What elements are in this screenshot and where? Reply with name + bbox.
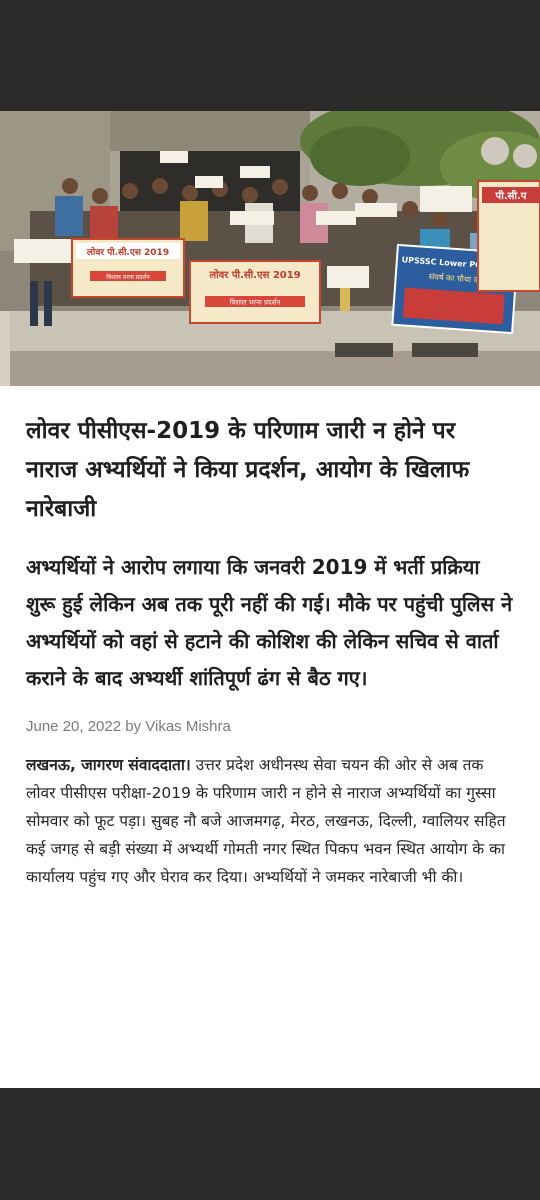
banner-left-title: लोवर पी.सी.एस 2019 — [86, 246, 169, 258]
article-byline[interactable]: June 20, 2022 by Vikas Mishra — [26, 718, 514, 735]
article-summary: अभ्यर्थियों ने आरोप लगाया कि जनवरी 2019 … — [26, 555, 513, 690]
banner-center-title: लोवर पी.सी.एस 2019 — [208, 268, 300, 281]
article-headline: लोवर पीसीएस-2019 के परिणाम जारी न होने प… — [26, 418, 470, 522]
protest-photo-illustration: लोवर पी.सी.एस 2019 विशाल धरना प्रदर्शन ल… — [0, 111, 540, 386]
banner-left-sub: विशाल धरना प्रदर्शन — [106, 273, 150, 281]
banner-center-sub: विशाल धरना प्रदर्शन — [230, 298, 281, 307]
top-dark-bar — [0, 0, 540, 111]
bottom-dark-bar — [0, 1088, 540, 1200]
banner-far-right: पी.सी.प — [495, 189, 528, 202]
article-card: लोवर पी.सी.एस 2019 विशाल धरना प्रदर्शन ल… — [0, 111, 540, 1088]
article-dateline: लखनऊ, जागरण संवाददाता। — [26, 756, 191, 774]
article-body-text: उत्तर प्रदेश अधीनस्थ सेवा चयन की ओर से अ… — [26, 756, 506, 886]
protest-photo: लोवर पी.सी.एस 2019 विशाल धरना प्रदर्शन ल… — [0, 111, 540, 386]
article-body: लखनऊ, जागरण संवाददाता। उत्तर प्रदेश अधीन… — [26, 751, 514, 891]
